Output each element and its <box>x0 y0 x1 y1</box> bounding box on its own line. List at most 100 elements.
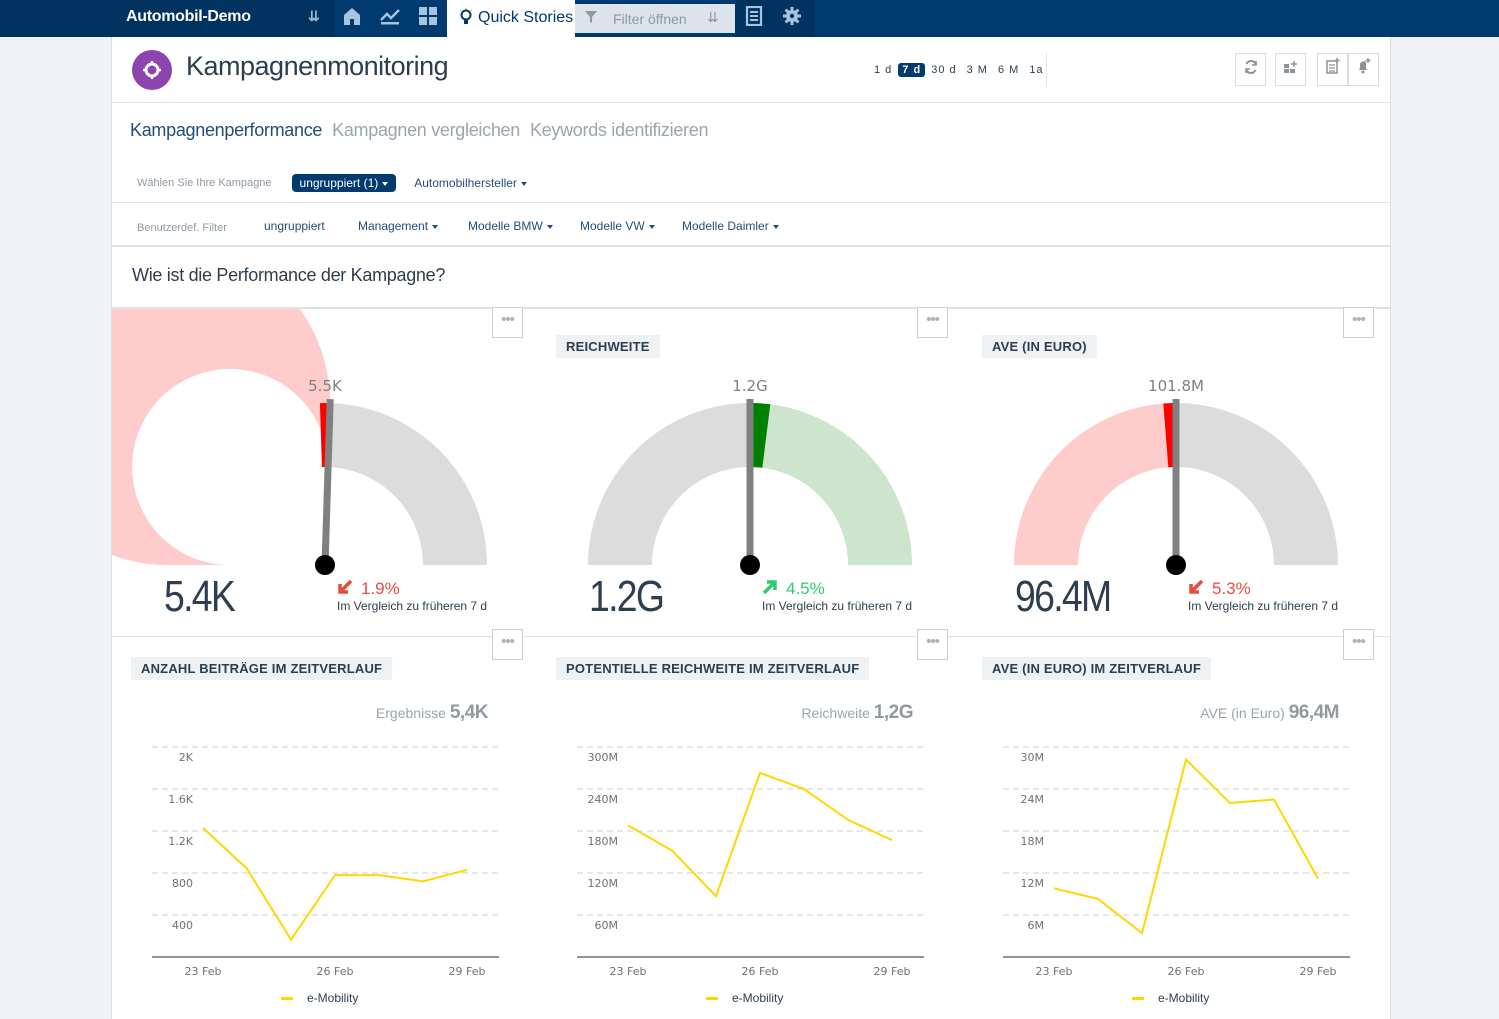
manufacturer-dropdown[interactable]: Automobilhersteller <box>414 176 527 190</box>
series-line <box>202 827 468 942</box>
x-tick-label: 29 Feb <box>1300 965 1337 978</box>
arrow-down-left-icon <box>337 579 353 598</box>
y-tick-label: 6M <box>1028 919 1045 932</box>
refresh-button[interactable] <box>1235 53 1266 86</box>
caret-down-icon <box>432 224 439 229</box>
delta-value: 1.9% <box>361 579 400 598</box>
gauge-card: •••ANZAHL BEITRÄGE5.5K5.4K1.9%Im Verglei… <box>112 307 538 636</box>
gauge-needle-hub <box>740 555 760 575</box>
range-1a[interactable]: 1a <box>1025 63 1047 77</box>
filter-vw-label: Modelle VW <box>580 219 645 233</box>
page-title: Kampagnenmonitoring <box>186 51 449 81</box>
chart-legend[interactable]: e-Mobility <box>1132 991 1209 1005</box>
campaign-select[interactable]: ungruppiert (1) <box>291 174 397 192</box>
y-tick-label: 800 <box>172 877 193 890</box>
gauge-needle-hub <box>315 555 335 575</box>
delta-value: 5.3% <box>1212 579 1251 598</box>
filter-placeholder: Filter öffnen <box>613 11 687 27</box>
manufacturer-label: Automobilhersteller <box>414 176 517 190</box>
legend-swatch <box>706 997 718 1001</box>
caret-down-icon <box>648 224 655 229</box>
legend-swatch <box>1132 997 1144 1001</box>
add-widget-icon <box>1283 61 1297 73</box>
gauge-target-label: 5.5K <box>308 377 343 395</box>
range-3m[interactable]: 3 M <box>963 63 992 77</box>
custom-filter-label: Benutzerdef. Filter <box>137 222 227 234</box>
tab-keywords-identifizieren[interactable]: Keywords identifizieren <box>530 120 709 141</box>
filter-modelle-vw[interactable]: Modelle VW <box>580 219 682 233</box>
caret-down-icon <box>382 181 389 186</box>
range-7d[interactable]: 7 d <box>898 63 926 77</box>
time-range-selector: 1 d 7 d 30 d 3 M 6 M 1a <box>870 63 1048 77</box>
home-icon[interactable] <box>340 6 364 30</box>
filter-ungruppiert[interactable]: ungruppiert <box>264 219 358 233</box>
divider <box>112 245 1390 247</box>
campaign-logo <box>132 50 172 90</box>
app-switcher[interactable]: Automobil-Demo ⇊ <box>0 0 335 37</box>
x-tick-label: 26 Feb <box>742 965 779 978</box>
range-1d[interactable]: 1 d <box>870 63 896 77</box>
y-tick-label: 300M <box>588 751 619 764</box>
chart-legend[interactable]: e-Mobility <box>706 991 783 1005</box>
gauge-target-label: 101.8M <box>1148 377 1204 395</box>
caret-down-icon <box>520 181 527 186</box>
tab-kampagnenperformance[interactable]: Kampagnenperformance <box>130 120 322 141</box>
gauge-value: 5.4K <box>164 572 236 621</box>
custom-filter-row: Benutzerdef. Filter ungruppiert Manageme… <box>137 218 779 234</box>
y-tick-label: 240M <box>588 793 619 806</box>
gauge-low-segment <box>1014 403 1176 565</box>
filter-management-label: Management <box>358 219 429 233</box>
gauge-card: ••• REICHWEITE 1.2G 1.2G 4.5% Im Vergleich zu… <box>537 307 963 636</box>
add-report-button[interactable] <box>1317 53 1348 86</box>
filter-modelle-daimler[interactable]: Modelle Daimler <box>682 219 779 233</box>
range-6m[interactable]: 6 M <box>994 63 1023 77</box>
y-tick-label: 120M <box>588 877 619 890</box>
gauge-card: ••• AVE (IN EURO) 101.8M 96.4M 5.3% Im Vergle… <box>963 307 1389 636</box>
filter-bmw-label: Modelle BMW <box>468 219 543 233</box>
delta-indicator: 1.9% <box>337 579 400 599</box>
tools-group <box>735 0 815 37</box>
dashboard-page: Kampagnenmonitoring 1 d 7 d 30 d 3 M 6 M… <box>111 37 1391 1019</box>
x-tick-label: 26 Feb <box>317 965 354 978</box>
add-report-icon <box>1325 58 1339 74</box>
chart-legend[interactable]: e-Mobility <box>281 991 358 1005</box>
comparison-text: Im Vergleich zu früheren 7 d <box>1188 599 1339 613</box>
filter-open-input[interactable]: Filter öffnen ⇊ <box>575 4 735 33</box>
filter-modelle-bmw[interactable]: Modelle BMW <box>468 219 580 233</box>
grid-icon[interactable] <box>416 6 440 30</box>
campaign-selector-row: Wählen Sie Ihre Kampagne ungruppiert (1)… <box>137 174 527 192</box>
gauge-target-label: 1.2G <box>732 377 767 395</box>
tab-kampagnen-vergleichen[interactable]: Kampagnen vergleichen <box>332 120 520 141</box>
legend-label: e-Mobility <box>732 991 784 1005</box>
gauge-value: 1.2G <box>589 572 665 621</box>
add-alert-button[interactable] <box>1348 53 1379 86</box>
gear-icon[interactable] <box>780 6 804 30</box>
lightbulb-icon <box>459 8 473 31</box>
gauge-high-segment <box>750 403 912 565</box>
double-chevron-down-icon[interactable]: ⇊ <box>707 9 719 26</box>
trend-icon[interactable] <box>378 6 402 30</box>
range-30d[interactable]: 30 d <box>927 63 960 77</box>
x-tick-label: 29 Feb <box>449 965 486 978</box>
gauge-value: 96.4M <box>1015 572 1112 621</box>
y-tick-label: 18M <box>1021 835 1045 848</box>
caret-down-icon <box>772 224 779 229</box>
section-question: Wie ist die Performance der Kampagne? <box>132 265 446 285</box>
y-tick-label: 1.2K <box>168 835 193 848</box>
delta-indicator: 4.5% <box>762 579 825 599</box>
report-icon[interactable] <box>742 5 766 30</box>
line-chart: 6M 12M 18M 24M 30M 23 Feb 26 Feb 29 Feb <box>1003 746 1350 978</box>
double-chevron-down-icon[interactable]: ⇊ <box>308 8 320 25</box>
quick-stories-button[interactable]: Quick Stories <box>447 0 575 37</box>
add-widget-button[interactable] <box>1275 53 1306 86</box>
x-tick-label: 29 Feb <box>874 965 911 978</box>
filter-icon <box>585 10 597 27</box>
arrow-down-left-icon <box>1188 579 1204 598</box>
x-tick-label: 23 Feb <box>185 965 222 978</box>
filter-management[interactable]: Management <box>358 219 468 233</box>
legend-label: e-Mobility <box>1158 991 1210 1005</box>
line-chart-card: ••• POTENTIELLE REICHWEITE IM ZEITVERLAUF… <box>537 629 963 1019</box>
series-line <box>627 771 893 898</box>
divider <box>1046 53 1047 87</box>
x-tick-label: 23 Feb <box>1036 965 1073 978</box>
